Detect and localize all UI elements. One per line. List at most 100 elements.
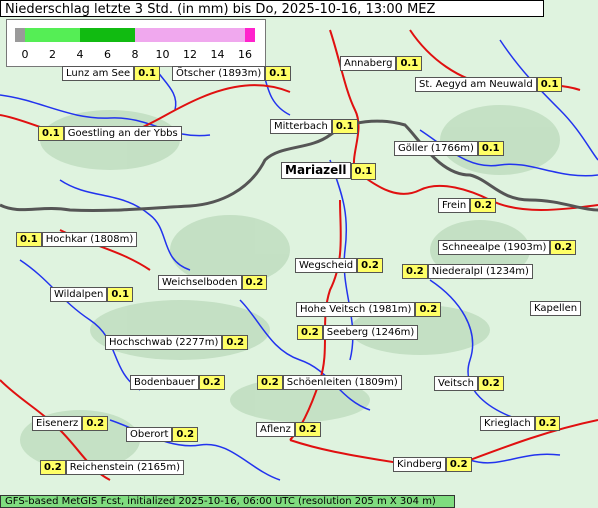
precip-value-badge: 0.2 <box>470 198 496 213</box>
precip-value-badge: 0.1 <box>38 126 64 141</box>
place-name: Schöenleiten (1809m) <box>282 375 402 390</box>
precip-value-badge: 0.2 <box>82 416 109 431</box>
place-name: Niederalpl (1234m) <box>427 264 533 279</box>
place-label: Veitsch 0.2 <box>434 376 504 391</box>
place-name: Seeberg (1246m) <box>322 325 419 340</box>
precip-value-badge: 0.2 <box>477 376 504 391</box>
place-label: Eisenerz 0.2 <box>32 416 109 431</box>
place-label: St. Aegyd am Neuwald 0.1 <box>415 77 563 92</box>
legend-tick: 8 <box>131 48 139 61</box>
place-name: Göller (1766m) <box>394 141 478 156</box>
legend-tick: 10 <box>155 48 170 61</box>
precip-value-badge: 0.2 <box>40 460 66 475</box>
precip-value-badge: 0.2 <box>415 302 442 317</box>
place-name: Veitsch <box>434 376 478 391</box>
place-name: Annaberg <box>340 56 397 71</box>
place-label: Wildalpen 0.1 <box>50 287 134 302</box>
place-name: Eisenerz <box>32 416 83 431</box>
place-label: Aflenz 0.2 <box>256 422 321 437</box>
place-label: Ötscher (1893m) 0.1 <box>172 66 291 81</box>
precip-value-badge: 0.1 <box>350 163 377 180</box>
place-label: 0.2 Seeberg (1246m) <box>297 325 419 340</box>
place-label: Hochschwab (2277m) 0.2 <box>105 335 249 350</box>
place-name: Schneealpe (1903m) <box>438 240 551 255</box>
legend-tick: 2 <box>49 48 56 61</box>
place-label: Kapellen <box>530 301 582 316</box>
place-name: Reichenstein (2165m) <box>65 460 185 475</box>
place-name: Ötscher (1893m) <box>172 66 266 81</box>
place-label: Lunz am See 0.1 <box>62 66 160 81</box>
precip-value-badge: 0.2 <box>402 264 428 279</box>
legend-segment-mid <box>80 28 135 42</box>
legend-segment-high <box>135 28 245 42</box>
precip-value-badge: 0.1 <box>107 287 134 302</box>
legend-segment-max <box>245 28 255 42</box>
precip-value-badge: 0.2 <box>257 375 283 390</box>
place-name: Wegscheid <box>295 258 358 273</box>
precip-value-badge: 0.1 <box>536 77 563 92</box>
place-name: Goestling an der Ybbs <box>63 126 182 141</box>
place-label: 0.2 Reichenstein (2165m) <box>40 460 185 475</box>
precip-value-badge: 0.1 <box>16 232 42 247</box>
place-label: Bodenbauer 0.2 <box>130 375 225 390</box>
precip-value-badge: 0.2 <box>357 258 383 273</box>
place-name: Weichselboden <box>158 275 242 290</box>
precip-value-badge: 0.2 <box>198 375 225 390</box>
place-name: Wildalpen <box>50 287 108 302</box>
model-info-footer: GFS-based MetGIS Fcst, initialized 2025-… <box>0 495 455 508</box>
place-name: Hochkar (1808m) <box>41 232 138 247</box>
map-title: Niederschlag letzte 3 Std. (in mm) bis D… <box>0 0 544 17</box>
precip-value-badge: 0.1 <box>331 119 358 134</box>
place-label: 0.1 Goestling an der Ybbs <box>38 126 182 141</box>
precip-value-badge: 0.2 <box>241 275 268 290</box>
precip-value-badge: 0.2 <box>294 422 321 437</box>
precip-value-badge: 0.1 <box>134 66 160 81</box>
place-label: Göller (1766m) 0.1 <box>394 141 504 156</box>
place-label: Weichselboden 0.2 <box>158 275 268 290</box>
legend-tick: 6 <box>104 48 111 61</box>
place-label: Krieglach 0.2 <box>480 416 561 431</box>
place-label: 0.2 Niederalpl (1234m) <box>402 264 533 279</box>
legend-segment-below-zero <box>15 28 25 42</box>
place-name: St. Aegyd am Neuwald <box>415 77 537 92</box>
legend-tick: 12 <box>183 48 197 61</box>
legend: 0 2 4 6 8 10 12 14 16 <box>6 19 266 67</box>
place-name: Lunz am See <box>62 66 135 81</box>
legend-tick: 0 <box>21 48 29 61</box>
place-name: Aflenz <box>256 422 295 437</box>
precip-value-badge: 0.1 <box>265 66 291 81</box>
legend-tick: 14 <box>210 48 225 61</box>
place-name: Kapellen <box>530 301 582 316</box>
legend-tick: 4 <box>76 48 84 61</box>
place-name: Hohe Veitsch (1981m) <box>296 302 416 317</box>
place-label: Oberort 0.2 <box>126 427 199 442</box>
precip-value-badge: 0.2 <box>297 325 323 340</box>
place-name: Krieglach <box>480 416 535 431</box>
place-label: Frein 0.2 <box>438 198 496 213</box>
place-name: Mitterbach <box>270 119 332 134</box>
place-name: Bodenbauer <box>130 375 199 390</box>
place-label: Mitterbach 0.1 <box>270 119 358 134</box>
place-label: Mariazell 0.1 <box>281 162 377 180</box>
precip-value-badge: 0.2 <box>172 427 199 442</box>
place-label: Hohe Veitsch (1981m) 0.2 <box>296 302 442 317</box>
place-label: Schneealpe (1903m) 0.2 <box>438 240 577 255</box>
precip-value-badge: 0.2 <box>550 240 577 255</box>
precip-value-badge: 0.1 <box>396 56 423 71</box>
precip-value-badge: 0.1 <box>477 141 504 156</box>
precipitation-map: Niederschlag letzte 3 Std. (in mm) bis D… <box>0 0 598 508</box>
legend-segment-low <box>25 28 80 42</box>
place-name: Mariazell <box>281 162 351 179</box>
precip-value-badge: 0.2 <box>534 416 561 431</box>
precip-value-badge: 0.2 <box>445 457 472 472</box>
precip-value-badge: 0.2 <box>222 335 249 350</box>
place-name: Oberort <box>126 427 173 442</box>
place-label: Wegscheid 0.2 <box>295 258 383 273</box>
place-label: 0.1 Hochkar (1808m) <box>16 232 138 247</box>
legend-tick: 16 <box>238 48 252 61</box>
place-name: Hochschwab (2277m) <box>105 335 223 350</box>
place-name: Frein <box>438 198 471 213</box>
place-label: Annaberg 0.1 <box>340 56 423 71</box>
place-label: Kindberg 0.2 <box>393 457 472 472</box>
place-label: 0.2 Schöenleiten (1809m) <box>257 375 402 390</box>
